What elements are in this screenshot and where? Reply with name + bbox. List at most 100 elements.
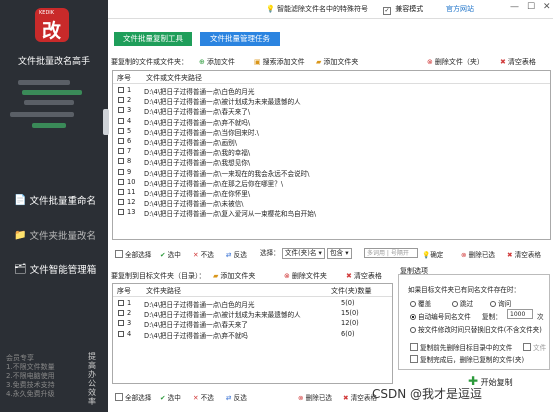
row-number: 5 [127,126,132,135]
checkbox-file-only[interactable]: 文件 [523,342,546,352]
tab-copy-tool[interactable]: 文件批量复制工具 [114,32,192,46]
invert-icon: ⇄ [226,394,232,402]
tab-manage-task[interactable]: 文件批量管理任务 [200,32,280,46]
target-clear-table-button[interactable]: ✖ 清空表格 [346,271,382,281]
invert-icon: ⇄ [226,251,232,259]
target-invert-button[interactable]: ⇄ 反选 [226,392,247,402]
row-path: D:\4\把日子过得普通一点\春天来了\ [144,108,251,117]
member-promo: 会员专享 1.不限文件数量 2.不限电脑使用 3.免费技术支持 4.永久免费升级 [6,354,55,399]
row-checkbox[interactable] [118,87,124,93]
col-header-count: 文件(夹)数量 [331,287,372,295]
row-checkbox[interactable] [118,310,124,317]
select-field-dropdown[interactable]: 文件(夹)名 ▾ [281,247,325,259]
row-checkbox[interactable] [118,117,124,124]
filter-keyword-input[interactable]: 多词用 | 号隔开 [364,248,418,258]
target-select-all[interactable]: 全部选择 [115,392,151,402]
delete-file-button[interactable]: ⊗ 删除文件（夹） [427,57,484,67]
row-checkbox[interactable] [118,199,124,206]
maximize-button[interactable]: ☐ [527,2,535,12]
close-window-button[interactable]: ✕ [543,2,551,12]
delete-after-label: 复制完成后，删除已复制的文件(夹) [420,356,525,364]
row-checkbox[interactable] [118,158,124,165]
check-icon: ✔ [160,251,166,259]
row-checkbox[interactable] [118,168,124,175]
nav-folder-rename[interactable]: 📁 文件夹批量改名 [14,228,106,243]
sidebar-collapse-handle[interactable] [103,109,109,135]
row-number: 4 [127,116,132,125]
delete-folder-label: 删除文件夹 [291,272,327,280]
checkbox-delete-before[interactable]: 复制前先删除目标目录中的文件 [410,342,512,352]
minimize-button[interactable]: — [510,2,519,12]
select-match-dropdown[interactable]: 包含 ▾ [326,247,352,259]
target-add-folder-button[interactable]: ▰ 添加文件夹 [213,271,255,281]
row-checkbox[interactable] [118,97,124,104]
radio-skip[interactable]: 跳过 [452,298,473,308]
nav-label: 文件夹批量改名 [29,231,96,242]
source-invert-button[interactable]: ⇄ 反选 [226,249,247,259]
select-label: 选中 [167,251,181,259]
source-delete-selected[interactable]: ⊗ 删除已选 [461,249,495,259]
row-path: D:\4\把日子过得普通一点\被计划成为未来最遗憾的人 [144,98,301,107]
csdn-watermark: CSDN @我才是逗逗 [372,387,483,401]
select-match-value: 包含 [329,248,344,257]
filter-special-chars-toggle[interactable]: 💡 智能滤除文件名中的特殊符号 [266,4,368,14]
nav-label: 文件智能管理箱 [29,265,97,276]
official-site-link[interactable]: 官方网站 [446,4,474,14]
add-folder-button[interactable]: ▰ 添加文件夹 [316,57,358,67]
target-delete-selected[interactable]: ⊗ 删除已选 [298,392,332,402]
radio-replace-by-time[interactable]: 按文件修改时间只替换旧文件(不含文件夹) [410,324,542,334]
row-checkbox[interactable] [118,148,124,155]
row-number: 8 [127,157,132,166]
source-select-button[interactable]: ✔ 选中 [160,249,181,259]
row-path: D:\4\把日子过得普通一点\我的幸福\ [144,149,251,158]
clear-table-button[interactable]: ✖ 清空表格 [500,57,536,67]
radio-icon [490,301,496,307]
clear-icon: ✖ [500,58,506,66]
row-checkbox[interactable] [118,127,124,134]
row-checkbox[interactable] [118,138,124,144]
folder-icon: ▰ [316,58,322,66]
promo-slogan: 提高办公效率 [88,352,96,406]
confirm-filter-button[interactable]: 💡确定 [422,249,443,259]
radio-ask[interactable]: 询问 [490,298,511,308]
row-checkbox[interactable] [118,330,124,337]
row-checkbox[interactable] [118,178,124,185]
header-divider [113,83,550,84]
checkbox-delete-after[interactable]: 复制完成后，删除已复制的文件(夹) [410,354,524,364]
row-checkbox[interactable] [118,300,124,306]
radio-overwrite[interactable]: 覆盖 [410,298,431,308]
unselect-label: 不选 [200,251,214,259]
target-unselect-button[interactable]: ✕ 不选 [193,392,214,402]
delete-before-label: 复制前先删除目标目录中的文件 [420,344,513,352]
delete-selected-label: 删除已选 [305,394,333,402]
radio-auto-rename[interactable]: 自动编号同名文件 [410,311,471,321]
row-path: D:\4\把日子过得普通一点\未被信\ [144,200,244,209]
checkbox-icon [115,393,123,401]
add-file-button[interactable]: ⊕ 添加文件 [199,57,235,67]
row-path: D:\4\把日子过得普通一点\弃不就吗 [144,331,248,340]
row-path: D:\4\把日子过得普通一点\春天来了 [144,321,248,330]
source-unselect-button[interactable]: ✕ 不选 [193,249,214,259]
promo-line: 2.不限电脑使用 [6,372,55,380]
nav-smart-manager[interactable]: 🗂 文件智能管理箱 [14,262,106,277]
row-checkbox[interactable] [118,209,124,216]
copies-input[interactable]: 1000 [507,309,533,319]
source-clear-table[interactable]: ✖ 清空表格 [507,249,541,259]
compat-mode-checkbox[interactable]: ✓ 兼容模式 [383,4,423,15]
row-checkbox[interactable] [118,320,124,327]
redacted-info [24,100,74,105]
row-number: 2 [127,309,132,318]
confirm-label: 确定 [430,251,444,259]
sidebar: KEDIK 改 文件批量改名高手 📄 文件批量重命名 📁 文件夹批量改名 🗂 文… [0,0,109,412]
target-select-button[interactable]: ✔ 选中 [160,392,181,402]
target-delete-folder-button[interactable]: ⊗ 删除文件夹 [284,271,327,281]
nav-file-rename[interactable]: 📄 文件批量重命名 [14,193,106,208]
add-folder-label: 添加文件夹 [220,272,256,280]
col-header-folder-path: 文件夹路径 [146,287,181,295]
search-add-file-button[interactable]: ▣ 搜索添加文件 [254,57,305,67]
row-number: 12 [127,198,136,207]
source-select-all[interactable]: 全部选择 [115,249,151,259]
row-number: 13 [127,208,136,217]
row-checkbox[interactable] [118,107,124,114]
row-checkbox[interactable] [118,189,124,195]
